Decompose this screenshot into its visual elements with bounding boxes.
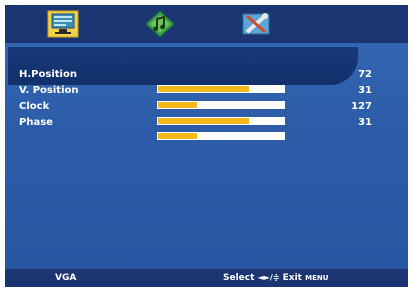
tab-picture[interactable] [46, 10, 80, 38]
menu-key-label: MENU [305, 274, 329, 282]
slider-clock[interactable] [157, 117, 285, 125]
navigation-arrows-icon: ◄►/≑ [257, 273, 280, 282]
tab-setup[interactable] [239, 10, 273, 38]
slider-fill [158, 102, 198, 108]
exit-hint: Exit [282, 273, 302, 283]
slider-h-position[interactable] [157, 85, 285, 93]
osd-menu: H.Position V. Position Clock Phase 72 31… [5, 5, 408, 287]
osd-footer: VGA Select ◄►/≑ Exit MENU [5, 269, 408, 287]
tab-sound[interactable] [143, 10, 177, 38]
value-v-position: 31 [358, 85, 372, 96]
slider-fill [158, 118, 249, 124]
value-h-position: 72 [358, 69, 372, 80]
label-clock[interactable]: Clock [19, 101, 49, 113]
slider-phase[interactable] [157, 132, 285, 140]
input-source-label: VGA [55, 273, 77, 283]
value-phase: 31 [358, 117, 372, 128]
label-v-position[interactable]: V. Position [19, 85, 79, 97]
monitor-icon [47, 10, 79, 38]
wrench-screwdriver-icon [242, 13, 270, 35]
label-h-position[interactable]: H.Position [19, 69, 77, 81]
slider-fill [158, 133, 198, 139]
footer-hints: Select ◄►/≑ Exit MENU [223, 273, 328, 283]
select-hint: Select [223, 273, 255, 283]
menu-tab-bar [5, 5, 408, 43]
label-phase[interactable]: Phase [19, 117, 53, 129]
value-clock: 127 [351, 101, 372, 112]
music-note-icon [145, 10, 175, 38]
slider-v-position[interactable] [157, 101, 285, 109]
slider-fill [158, 86, 249, 92]
